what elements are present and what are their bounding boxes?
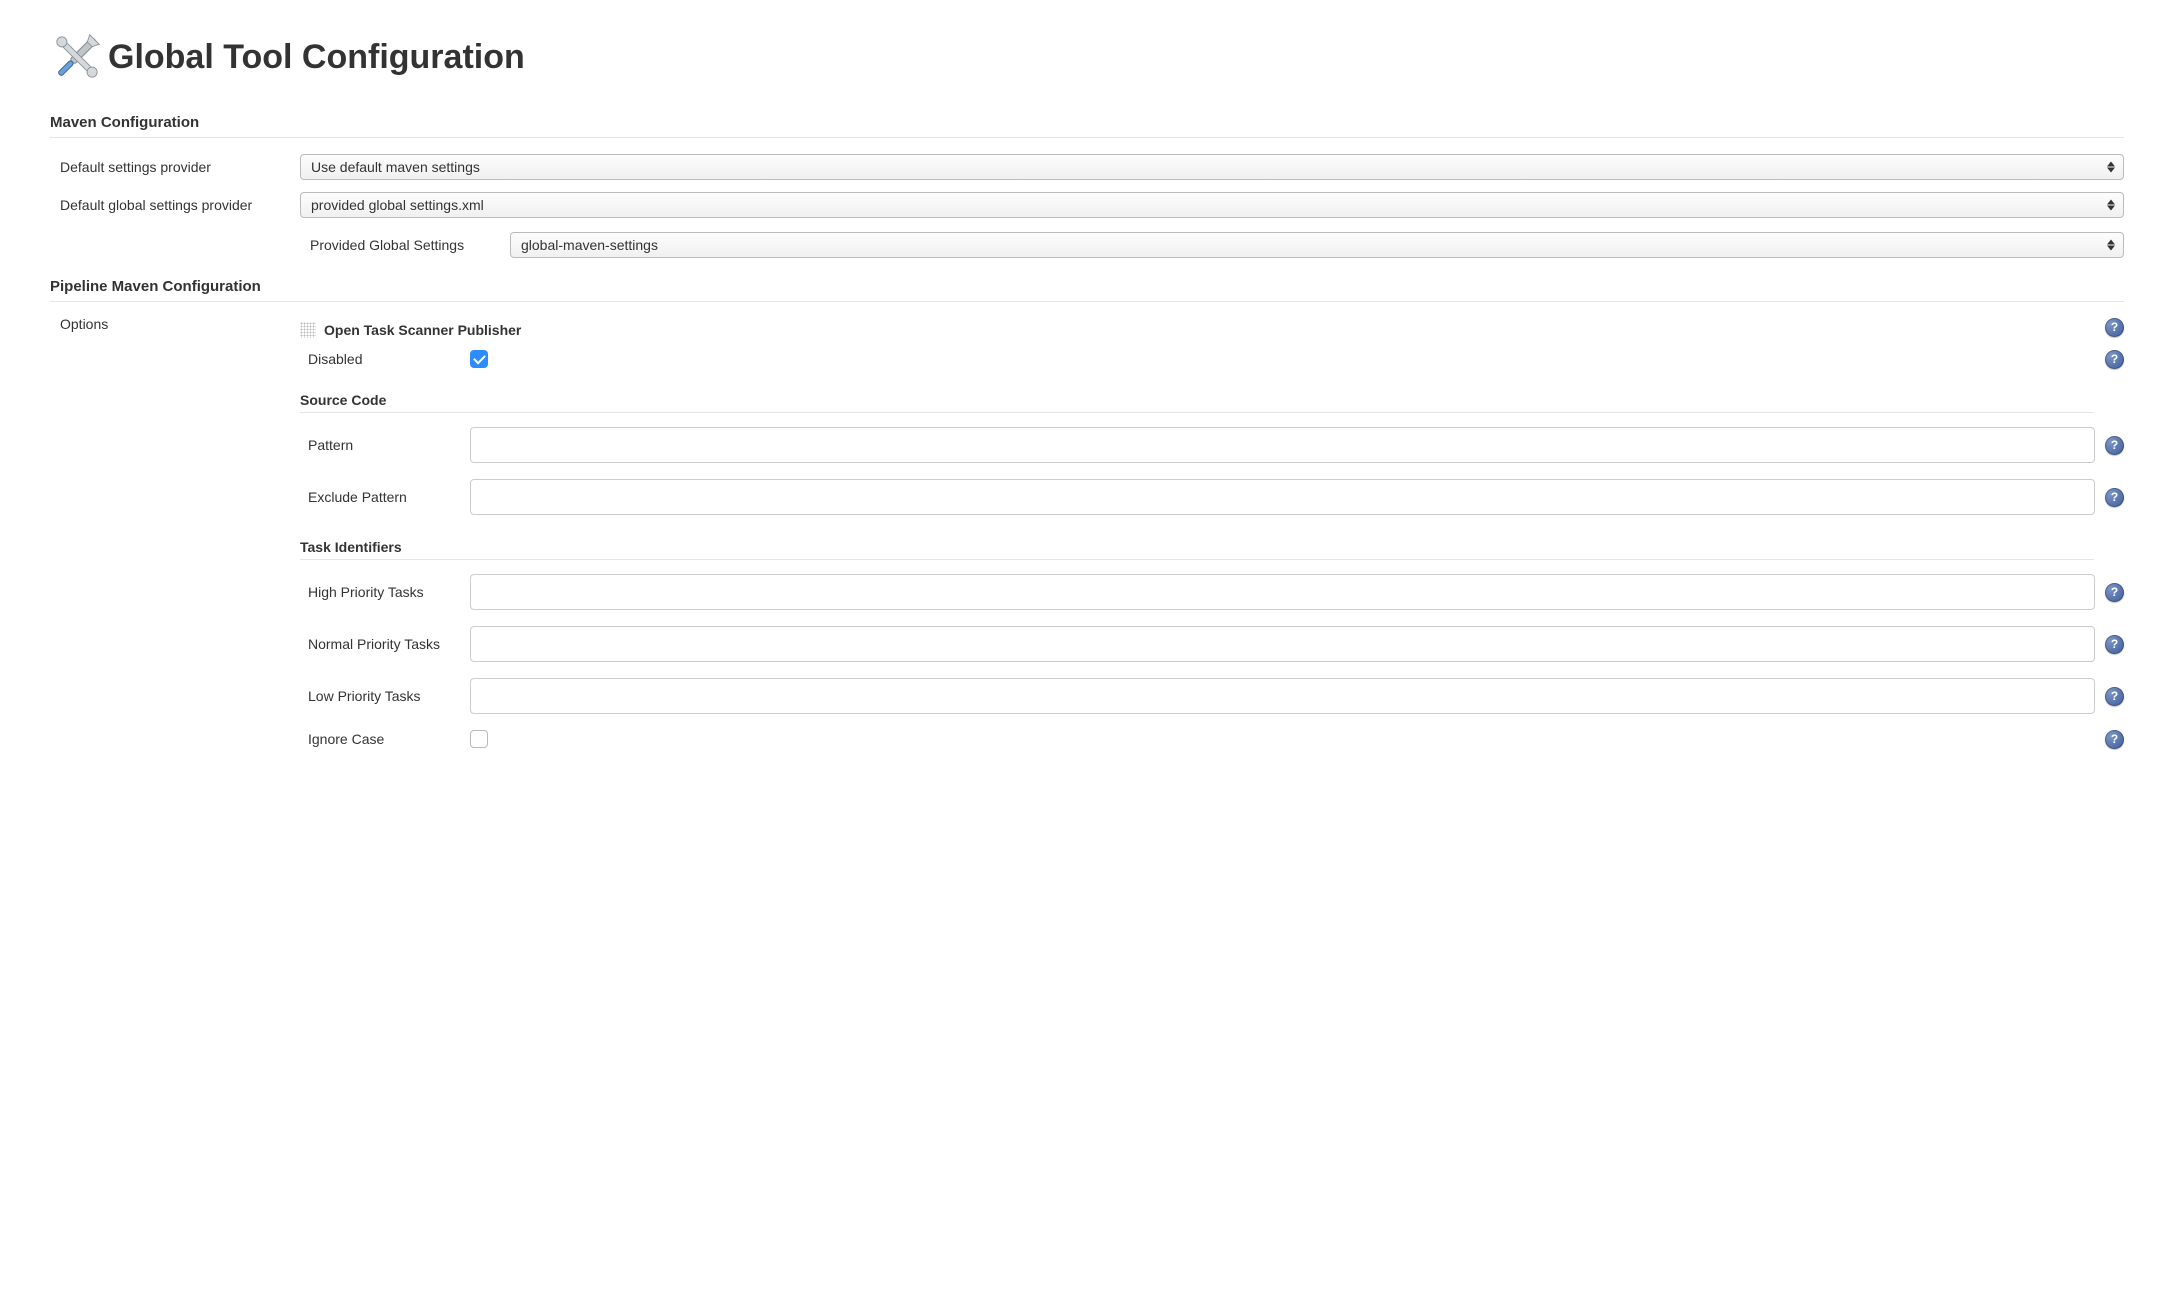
provided-global-select[interactable]: global-maven-settings — [510, 232, 2124, 258]
pattern-label: Pattern — [300, 437, 460, 453]
publisher-title-row: Open Task Scanner Publisher ? — [300, 312, 2124, 342]
global-settings-label: Default global settings provider — [50, 197, 290, 213]
task-identifiers-heading: Task Identifiers — [300, 523, 2094, 560]
help-icon[interactable]: ? — [2105, 687, 2124, 706]
normal-priority-input[interactable] — [470, 626, 2095, 662]
drag-handle-icon[interactable] — [300, 322, 316, 338]
ignore-case-label: Ignore Case — [300, 731, 460, 747]
maven-configuration-section: Maven Configuration Default settings pro… — [50, 114, 2124, 266]
pipeline-maven-heading: Pipeline Maven Configuration — [50, 278, 2124, 302]
high-priority-label: High Priority Tasks — [300, 584, 460, 600]
pattern-row: Pattern ? — [300, 419, 2124, 471]
default-settings-value: Use default maven settings — [311, 159, 480, 175]
exclude-pattern-label: Exclude Pattern — [300, 489, 460, 505]
global-settings-select[interactable]: provided global settings.xml — [300, 192, 2124, 218]
low-priority-input[interactable] — [470, 678, 2095, 714]
options-body: Options Open Task Scanner Publisher ? Di… — [50, 312, 2124, 756]
pipeline-maven-section: Pipeline Maven Configuration Options Ope… — [50, 278, 2124, 756]
disabled-label: Disabled — [300, 351, 460, 367]
publisher-title-text: Open Task Scanner Publisher — [324, 322, 521, 338]
disabled-checkbox[interactable] — [470, 350, 488, 368]
exclude-pattern-input[interactable] — [470, 479, 2095, 515]
normal-priority-row: Normal Priority Tasks ? — [300, 618, 2124, 670]
select-arrows-icon — [2107, 162, 2115, 173]
default-settings-row: Default settings provider Use default ma… — [50, 148, 2124, 186]
maven-configuration-heading: Maven Configuration — [50, 114, 2124, 138]
help-icon[interactable]: ? — [2105, 488, 2124, 507]
tools-icon — [50, 30, 104, 84]
high-priority-row: High Priority Tasks ? — [300, 566, 2124, 618]
source-code-heading: Source Code — [300, 376, 2094, 413]
help-icon[interactable]: ? — [2105, 436, 2124, 455]
ignore-case-row: Ignore Case ? — [300, 722, 2124, 756]
low-priority-label: Low Priority Tasks — [300, 688, 460, 704]
exclude-pattern-row: Exclude Pattern ? — [300, 471, 2124, 523]
page-title: Global Tool Configuration — [108, 38, 525, 77]
global-settings-value: provided global settings.xml — [311, 197, 484, 213]
select-arrows-icon — [2107, 200, 2115, 211]
provided-global-value: global-maven-settings — [521, 237, 658, 253]
options-label: Options — [50, 312, 300, 756]
low-priority-row: Low Priority Tasks ? — [300, 670, 2124, 722]
provided-global-label: Provided Global Settings — [310, 237, 500, 253]
disabled-row: Disabled ? — [300, 342, 2124, 376]
help-icon[interactable]: ? — [2105, 350, 2124, 369]
select-arrows-icon — [2107, 240, 2115, 251]
global-settings-row: Default global settings provider provide… — [50, 186, 2124, 224]
help-icon[interactable]: ? — [2105, 730, 2124, 749]
help-icon[interactable]: ? — [2105, 318, 2124, 337]
default-settings-select[interactable]: Use default maven settings — [300, 154, 2124, 180]
ignore-case-checkbox[interactable] — [470, 730, 488, 748]
publisher-title: Open Task Scanner Publisher — [300, 312, 521, 342]
normal-priority-label: Normal Priority Tasks — [300, 636, 460, 652]
help-icon[interactable]: ? — [2105, 635, 2124, 654]
options-content: Open Task Scanner Publisher ? Disabled ?… — [300, 312, 2124, 756]
provided-global-row: Provided Global Settings global-maven-se… — [50, 224, 2124, 266]
page-header: Global Tool Configuration — [50, 30, 2124, 84]
high-priority-input[interactable] — [470, 574, 2095, 610]
pattern-input[interactable] — [470, 427, 2095, 463]
help-icon[interactable]: ? — [2105, 583, 2124, 602]
default-settings-label: Default settings provider — [50, 159, 290, 175]
